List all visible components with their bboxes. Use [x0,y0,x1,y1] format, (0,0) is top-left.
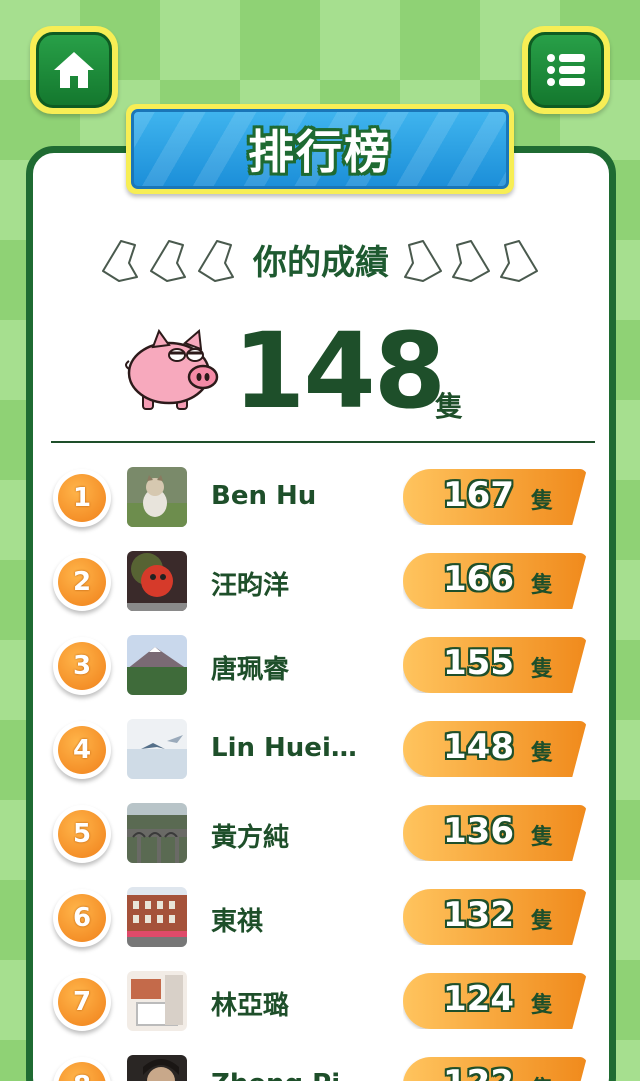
score-pill: 155 隻 [403,637,587,693]
player-name: Lin Huei… [211,733,357,763]
table-row[interactable]: 5 黃方純 136 隻 [33,795,609,879]
score-pill: 132 隻 [403,889,587,945]
your-score-unit: 隻 [435,390,464,423]
score-pill: 148 隻 [403,721,587,777]
player-name: Zheng Pi… [211,1069,391,1081]
table-row[interactable]: 7 林亞璐 124 隻 [33,963,609,1047]
rank-badge: 3 [53,637,111,695]
avatar [127,887,187,947]
score-pill: 166 隻 [403,553,587,609]
avatar [127,719,187,779]
rank-badge: 1 [53,469,111,527]
avatar [127,971,187,1031]
table-row[interactable]: 8 Zheng Pi… 122隻 [33,1047,609,1081]
score-pill: 136 隻 [403,805,587,861]
title-banner: 排行榜 [126,104,514,194]
divider [51,441,595,443]
table-row[interactable]: 4 Lin Huei… 148 隻 [33,711,609,795]
player-name: Ben Hu [211,481,317,511]
home-button[interactable] [30,26,118,114]
score-pill: 167 隻 [403,469,587,525]
avatar [127,551,187,611]
table-row[interactable]: 1 Ben Hu 167 隻 [33,459,609,543]
score-pill: 124 隻 [403,973,587,1029]
rank-badge: 8 [53,1057,111,1081]
rank-badge: 2 [53,553,111,611]
avatar [127,467,187,527]
player-name: 林亞璐 [211,991,290,1021]
player-name: 東祺 [211,907,264,937]
score-pill: 122隻 [403,1057,587,1081]
pig-icon [125,328,219,410]
player-name: 汪昀洋 [211,571,290,601]
rank-badge: 5 [53,805,111,863]
rank-list: 1 Ben Hu 167隻 2 汪昀洋 166隻 3 唐珮睿 155隻 4 [33,459,609,1081]
menu-button[interactable] [522,26,610,114]
player-name: 唐珮睿 [211,655,290,685]
your-score-heading: 你的成績 [33,233,609,285]
page-title: 排行榜 [248,125,392,179]
avatar [127,635,187,695]
avatar [127,803,187,863]
house-icon [54,52,94,88]
your-score-value: 148 [233,310,446,432]
avatar [127,1055,187,1081]
table-row[interactable]: 6 東祺 132 隻 [33,879,609,963]
table-row[interactable]: 2 汪昀洋 166 隻 [33,543,609,627]
table-row[interactable]: 3 唐珮睿 155 隻 [33,627,609,711]
sock-icon [404,240,538,282]
list-icon [547,54,585,86]
rank-badge: 7 [53,973,111,1031]
sock-icon [102,240,234,282]
rank-badge: 4 [53,721,111,779]
rank-badge: 6 [53,889,111,947]
your-score-label: 你的成績 [253,242,389,283]
player-name: 黃方純 [211,823,290,853]
leaderboard-panel: 你的成績 148 隻 1 Ben Hu 167 隻 2 汪昀洋 166 隻 3 … [26,146,616,1081]
